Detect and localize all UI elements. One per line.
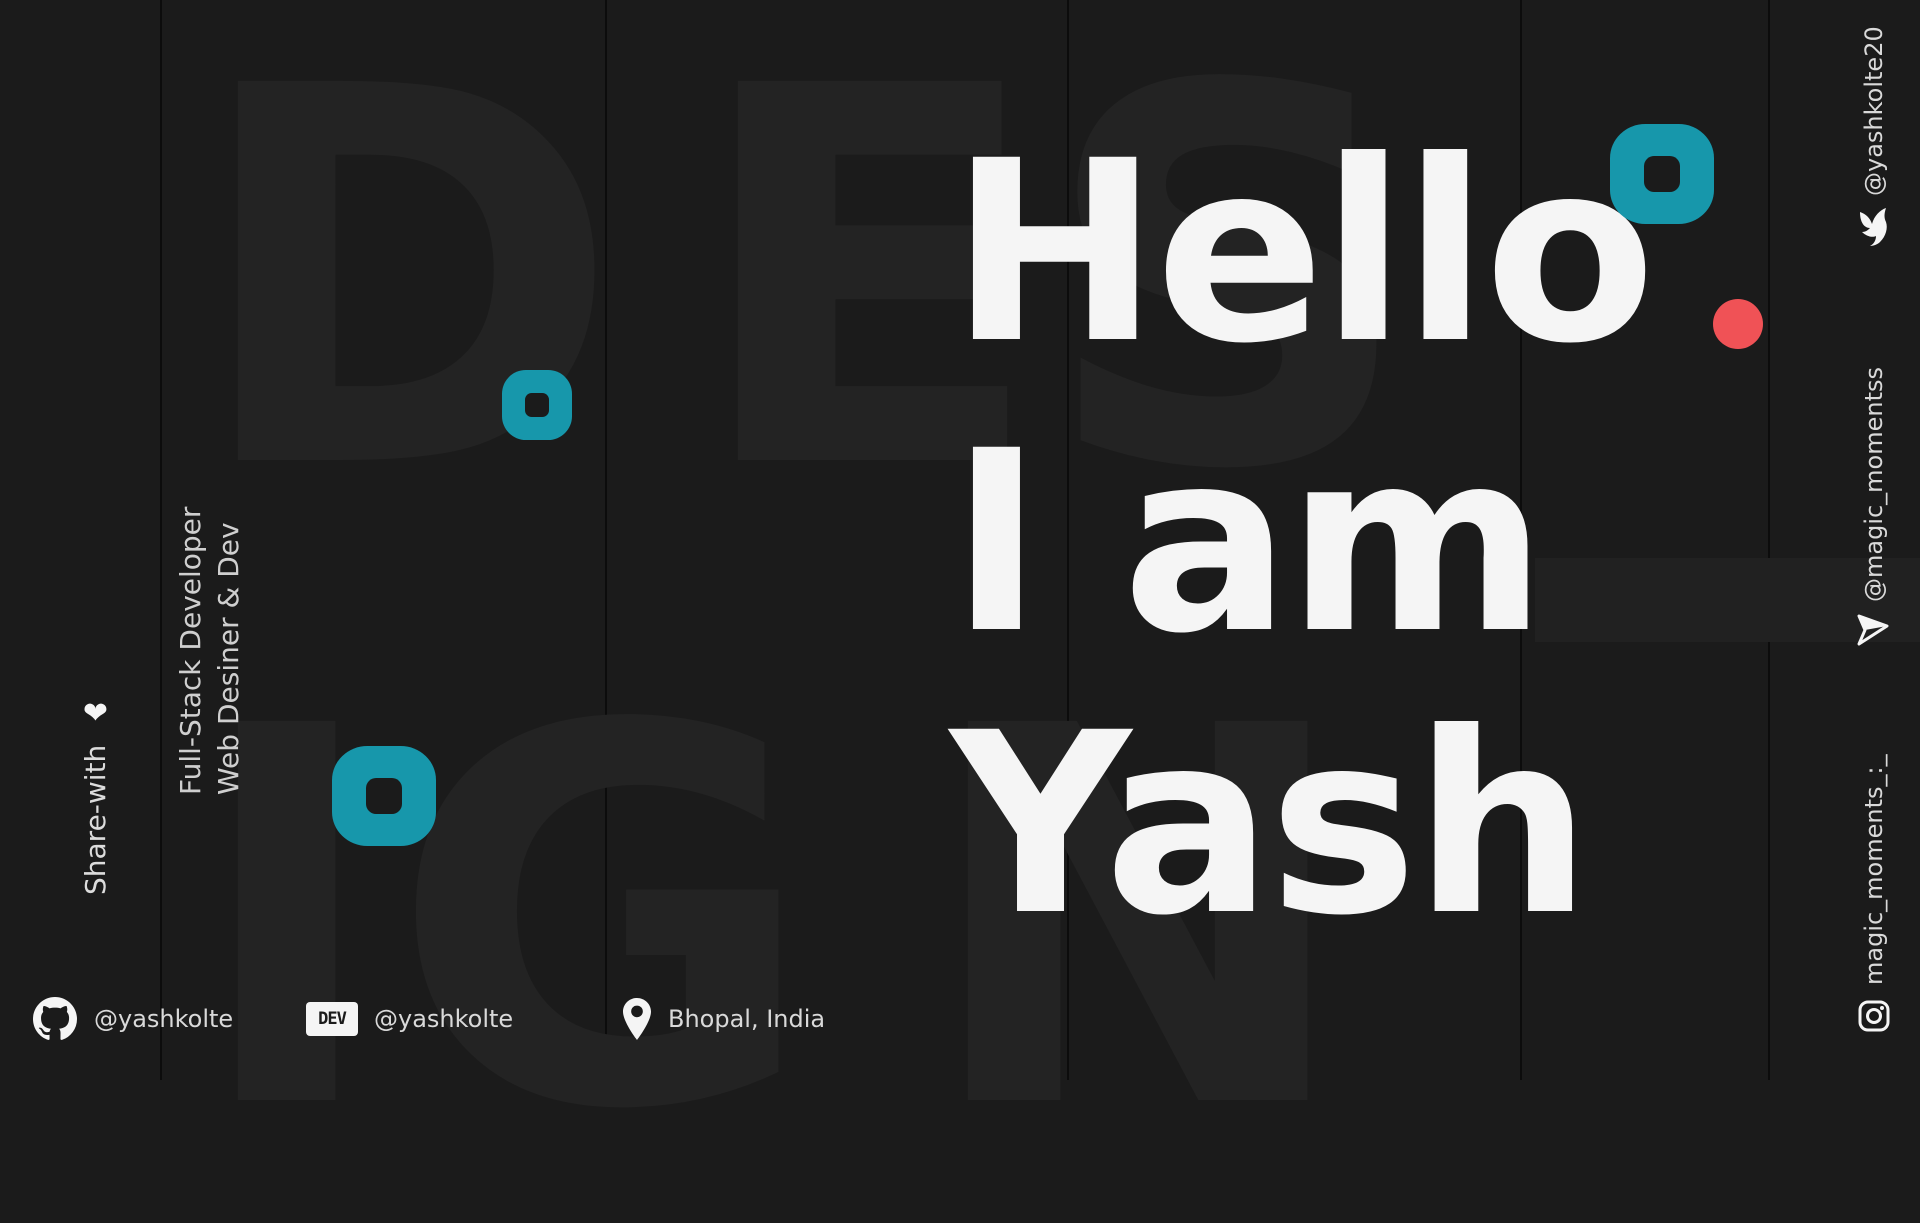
github-link[interactable]: @yashkolte xyxy=(32,996,233,1042)
instagram-handle[interactable]: magic_moments_:_ xyxy=(1860,754,1888,985)
github-icon xyxy=(32,996,78,1042)
dev-link[interactable]: DEV @yashkolte xyxy=(306,1002,513,1036)
divider-line xyxy=(1768,0,1770,1080)
location-pin-icon xyxy=(622,996,652,1042)
dev-badge-text: DEV xyxy=(318,1009,347,1029)
teal-ring-decoration xyxy=(502,370,572,440)
bird-icon[interactable] xyxy=(1856,206,1890,250)
hero-line-i-am: I am xyxy=(950,397,1547,688)
share-with-text: Share-with xyxy=(79,744,112,895)
teal-ring-decoration xyxy=(1610,124,1714,224)
red-dot-decoration xyxy=(1713,299,1763,349)
instagram-icon[interactable] xyxy=(1858,1000,1890,1032)
background-letter-g: G xyxy=(390,617,817,1223)
hero-line-hello: Hello xyxy=(950,107,1656,398)
dev-icon: DEV xyxy=(306,1002,358,1036)
heart-icon: ❤ xyxy=(82,695,109,731)
send-icon[interactable] xyxy=(1856,610,1890,648)
hero-line-yash: Yash xyxy=(950,679,1592,970)
github-handle: @yashkolte xyxy=(94,1005,234,1033)
divider-line xyxy=(160,0,162,1080)
role-subtitle: Web Desiner & Dev xyxy=(212,522,245,795)
role-title: Full-Stack Developer xyxy=(174,506,207,795)
teal-ring-decoration xyxy=(332,746,436,846)
telegram-handle[interactable]: @magic_momentss xyxy=(1860,367,1888,602)
twitter-handle[interactable]: @yashkolte20 xyxy=(1860,26,1888,196)
share-with-label: Share-with ❤ xyxy=(78,696,113,895)
background-letter-d: D xyxy=(190,0,622,583)
location-info: Bhopal, India xyxy=(622,996,825,1042)
location-text: Bhopal, India xyxy=(668,1005,826,1033)
dev-handle: @yashkolte xyxy=(374,1005,514,1033)
